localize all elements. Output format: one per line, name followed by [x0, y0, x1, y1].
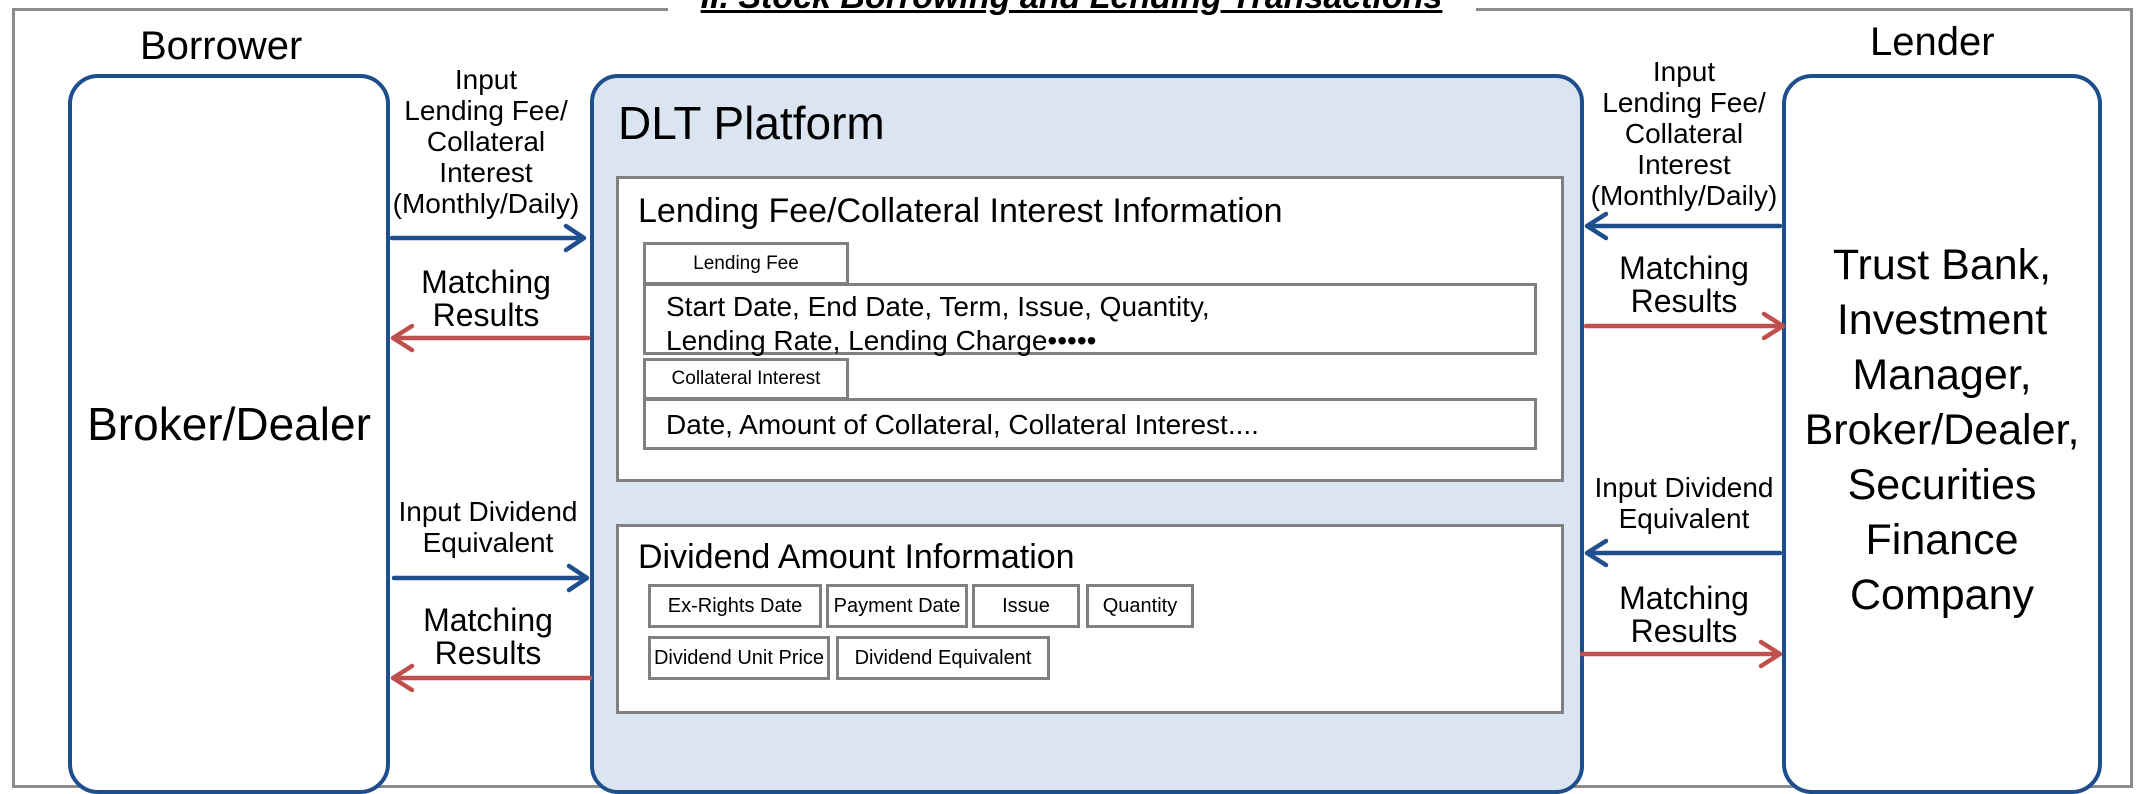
flow-arrows: [389, 211, 1786, 693]
arrow-right-input-fee: [1584, 211, 1783, 241]
diagram-canvas: II. Stock Borrowing and Lending Transact…: [0, 0, 2143, 794]
arrow-left-input-fee: [389, 223, 587, 253]
label-right-input-fee: Input Lending Fee/ Collateral Interest (…: [1590, 56, 1778, 211]
arrow-left-input-dividend: [391, 563, 590, 593]
label-left-matching-1: Matching Results: [421, 264, 551, 333]
arrow-right-input-dividend: [1584, 538, 1783, 568]
label-left-input-dividend: Input Dividend Equivalent: [398, 496, 578, 558]
label-right-input-dividend: Input Dividend Equivalent: [1594, 472, 1774, 534]
label-right-matching-1: Matching Results: [1619, 250, 1749, 319]
label-left-matching-2: Matching Results: [423, 602, 553, 671]
label-left-input-fee: Input Lending Fee/ Collateral Interest (…: [392, 64, 580, 219]
label-right-matching-2: Matching Results: [1619, 580, 1749, 649]
